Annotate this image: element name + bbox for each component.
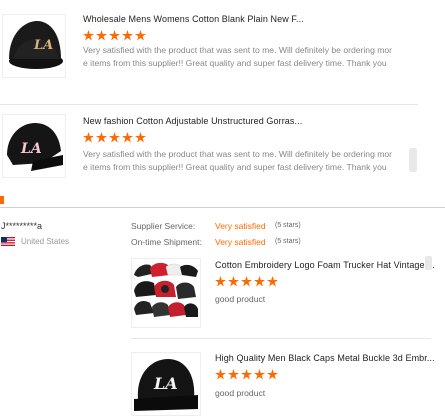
product-title[interactable]: Cotton Embroidery Logo Foam Trucker Hat … — [215, 260, 435, 270]
review-text: Very satisfied with the product that was… — [83, 149, 393, 172]
ontime-shipment-label: On-time Shipment: — [131, 237, 202, 247]
review-text: Very satisfied with the product that was… — [83, 45, 393, 68]
us-flag-icon — [1, 237, 15, 246]
review-text: good product — [215, 388, 266, 398]
cap-image-icon: LA — [9, 21, 63, 69]
scroll-indicator — [409, 148, 417, 172]
star-icon — [122, 132, 133, 143]
product-thumbnail[interactable] — [131, 258, 201, 328]
product-title[interactable]: New fashion Cotton Adjustable Unstructur… — [83, 116, 302, 126]
rating-stars — [215, 369, 278, 380]
divider — [0, 207, 445, 208]
star-icon — [267, 369, 278, 380]
star-icon — [241, 369, 252, 380]
star-icon — [228, 276, 239, 287]
svg-text:LA: LA — [153, 374, 178, 393]
star-icon — [241, 276, 252, 287]
cap-collage-icon — [134, 262, 198, 317]
supplier-service-value: Very satisfied — [215, 221, 266, 231]
rating-stars — [83, 132, 146, 143]
rating-stars — [83, 30, 146, 41]
reviewer-country: United States — [21, 237, 70, 246]
star-icon — [109, 30, 120, 41]
product-title[interactable]: High Quality Men Black Caps Metal Buckle… — [215, 353, 435, 363]
supplier-service-label: Supplier Service: — [131, 221, 196, 231]
star-icon — [254, 369, 265, 380]
star-icon — [135, 30, 146, 41]
star-icon — [83, 30, 94, 41]
star-icon — [267, 276, 278, 287]
star-icon — [228, 369, 239, 380]
star-icon — [135, 132, 146, 143]
reviewer-name: J*********a — [1, 221, 43, 231]
product-thumbnail[interactable]: LA — [2, 114, 66, 178]
svg-text:LA: LA — [20, 141, 42, 157]
ontime-shipment-stars: (5 stars) — [275, 238, 301, 245]
star-icon — [109, 132, 120, 143]
cap-image-icon: LA — [134, 359, 198, 411]
divider — [0, 104, 418, 105]
star-icon — [96, 30, 107, 41]
review-text: good product — [215, 294, 266, 304]
rating-stars — [215, 276, 278, 287]
supplier-service-stars: (5 stars) — [275, 222, 301, 229]
ontime-shipment-value: Very satisfied — [215, 237, 266, 247]
product-thumbnail[interactable]: LA — [2, 14, 66, 78]
product-thumbnail[interactable]: LA — [131, 352, 201, 416]
product-title[interactable]: Wholesale Mens Womens Cotton Blank Plain… — [83, 14, 304, 24]
star-icon — [83, 132, 94, 143]
star-icon — [215, 276, 226, 287]
star-icon — [96, 132, 107, 143]
star-icon — [254, 276, 265, 287]
cap-image-icon: LA — [7, 123, 63, 171]
scroll-indicator — [425, 256, 432, 270]
star-icon — [215, 369, 226, 380]
star-icon — [122, 30, 133, 41]
divider — [131, 338, 431, 339]
svg-text:LA: LA — [33, 38, 53, 53]
accent-marker — [0, 196, 4, 204]
